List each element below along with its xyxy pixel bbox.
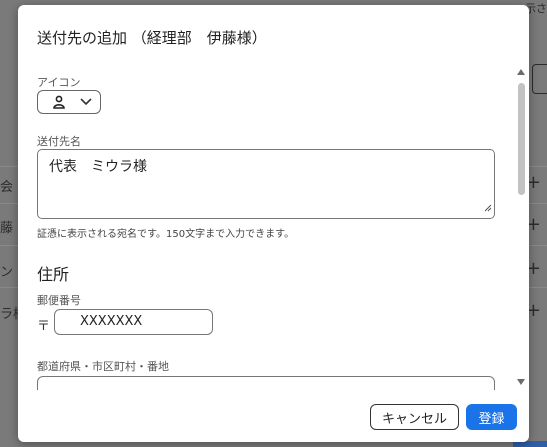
scrollbar-thumb[interactable] xyxy=(518,83,525,195)
scroll-up-arrow-icon[interactable] xyxy=(517,69,525,75)
address-heading: 住所 xyxy=(37,265,70,284)
dialog-title: 送付先の追加 （経理部 伊藤様） xyxy=(37,29,267,47)
background-button xyxy=(532,64,547,94)
cancel-button[interactable]: キャンセル xyxy=(370,404,459,430)
background-row-text: 藤 xyxy=(0,221,14,236)
postal-code-input[interactable]: XXXXXXX xyxy=(54,309,213,335)
chevron-down-icon xyxy=(80,98,92,106)
recipient-name-label: 送付先名 xyxy=(37,135,81,148)
scroll-down-arrow-icon[interactable] xyxy=(517,379,525,385)
icon-label: アイコン xyxy=(37,76,81,89)
postal-code-label: 郵便番号 xyxy=(37,294,81,307)
person-icon xyxy=(52,95,66,109)
resize-grip-icon[interactable] xyxy=(484,200,492,216)
register-button[interactable]: 登録 xyxy=(466,404,517,430)
address-label: 都道府県・市区町村・番地 xyxy=(37,360,169,373)
recipient-name-value: 代表 ミウラ様 xyxy=(49,159,147,175)
postal-mark: 〒 xyxy=(37,319,51,334)
address-input[interactable] xyxy=(37,376,495,390)
recipient-name-textarea[interactable]: 代表 ミウラ様 xyxy=(37,149,495,219)
background-row-text: 会 xyxy=(0,180,14,195)
add-destination-dialog: 送付先の追加 （経理部 伊藤様） アイコン 送付先名 代表 ミウラ様 証憑に表示… xyxy=(18,5,529,442)
postal-code-value: XXXXXXX xyxy=(80,314,143,329)
icon-select[interactable] xyxy=(37,90,101,114)
recipient-name-help: 証憑に表示される宛名です。150文字まで入力できます。 xyxy=(37,229,295,240)
dialog-body[interactable]: アイコン 送付先名 代表 ミウラ様 証憑に表示される宛名です。150文字まで入力… xyxy=(18,60,529,390)
background-row-text: ン xyxy=(0,265,14,280)
